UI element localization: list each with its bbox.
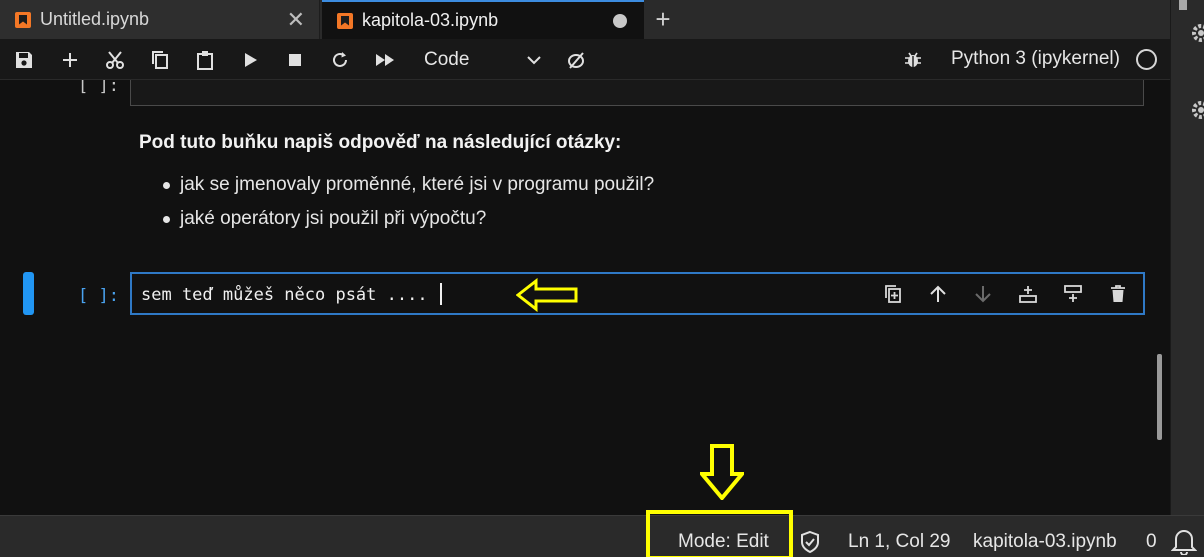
unsaved-dot-icon[interactable] bbox=[613, 14, 627, 28]
notebook-icon bbox=[15, 11, 31, 28]
move-up-button[interactable] bbox=[927, 283, 949, 305]
code-text: sem teď můžeš něco psát .... bbox=[141, 285, 428, 305]
markdown-heading: Pod tuto buňku napiš odpověď na následuj… bbox=[139, 132, 622, 153]
debugger-button[interactable] bbox=[900, 47, 926, 73]
scrollbar[interactable] bbox=[1157, 354, 1162, 440]
duplicate-icon bbox=[885, 285, 901, 303]
annotation-arrow-left-icon bbox=[516, 278, 578, 312]
active-cell-indicator bbox=[23, 272, 34, 315]
move-down-button[interactable] bbox=[972, 283, 994, 305]
notification-count[interactable]: 0 bbox=[1146, 531, 1157, 553]
gear-icon[interactable] bbox=[1189, 22, 1204, 44]
arrow-down-icon bbox=[975, 286, 991, 303]
cut-button[interactable] bbox=[102, 47, 128, 73]
status-bar: Mode: Edit Ln 1, Col 29 kapitola-03.ipyn… bbox=[0, 510, 1204, 557]
run-icon bbox=[245, 53, 257, 67]
code-cell-input[interactable]: sem teď můžeš něco psát .... bbox=[130, 272, 1145, 315]
kernel-name[interactable]: Python 3 (ipykernel) bbox=[951, 48, 1120, 70]
close-icon[interactable]: ✕ bbox=[287, 8, 305, 31]
stop-button[interactable] bbox=[282, 47, 308, 73]
current-file-name: kapitola-03.ipynb bbox=[973, 531, 1117, 552]
insert-below-button[interactable] bbox=[1062, 283, 1084, 305]
notebook-toolbar: Code Python 3 (ipykernel) bbox=[0, 39, 1170, 80]
git-button[interactable] bbox=[563, 47, 589, 73]
gear-icon[interactable] bbox=[1189, 99, 1204, 121]
delete-cell-button[interactable] bbox=[1107, 283, 1129, 305]
tab-bar: Untitled.ipynb ✕ kapitola-03.ipynb + bbox=[0, 0, 1170, 39]
kernel-status-icon bbox=[1136, 49, 1157, 70]
paste-button[interactable] bbox=[192, 47, 218, 73]
duplicate-cell-button[interactable] bbox=[882, 283, 904, 305]
list-item: jak se jmenovaly proměnné, které jsi v p… bbox=[139, 174, 654, 197]
arrow-up-icon bbox=[930, 285, 946, 302]
tab-label: Untitled.ipynb bbox=[40, 9, 150, 29]
markdown-list: jak se jmenovaly proměnné, které jsi v p… bbox=[139, 174, 654, 231]
cell-prompt: [ ]: bbox=[78, 286, 119, 306]
plus-icon[interactable]: + bbox=[647, 0, 679, 39]
mode-indicator[interactable]: Mode: Edit bbox=[678, 531, 769, 553]
bug-icon bbox=[905, 52, 921, 67]
run-button[interactable] bbox=[237, 47, 263, 73]
plus-icon bbox=[63, 53, 77, 67]
right-sidebar bbox=[1170, 0, 1204, 527]
restart-icon bbox=[333, 52, 347, 67]
tab-untitled[interactable]: Untitled.ipynb ✕ bbox=[0, 0, 320, 39]
notebook-panel: [ ]: Pod tuto buňku napiš odpověď na nás… bbox=[0, 80, 1170, 515]
copy-icon bbox=[152, 51, 168, 69]
text-cursor bbox=[440, 283, 442, 305]
markdown-cell[interactable]: Pod tuto buňku napiš odpověď na následuj… bbox=[139, 132, 654, 242]
cursor-position[interactable]: Ln 1, Col 29 bbox=[848, 531, 950, 553]
restart-button[interactable] bbox=[327, 47, 353, 73]
cell-prompt: [ ]: bbox=[78, 80, 119, 96]
run-all-icon bbox=[376, 54, 394, 66]
insert-above-button[interactable] bbox=[1017, 283, 1039, 305]
panel-handle[interactable] bbox=[1179, 0, 1187, 10]
shield-check-icon[interactable] bbox=[799, 530, 821, 554]
stop-icon bbox=[289, 54, 301, 66]
bell-icon[interactable] bbox=[1171, 527, 1197, 555]
trash-icon bbox=[1111, 285, 1125, 302]
tab-kapitola-03[interactable]: kapitola-03.ipynb bbox=[322, 0, 644, 39]
cell-type-value: Code bbox=[424, 49, 470, 70]
tab-label: kapitola-03.ipynb bbox=[362, 10, 499, 30]
insert-below-icon bbox=[1064, 285, 1082, 302]
run-all-button[interactable] bbox=[372, 47, 398, 73]
insert-above-icon bbox=[1019, 286, 1037, 303]
insert-cell-button[interactable] bbox=[57, 47, 83, 73]
cell-type-select[interactable]: Code bbox=[418, 45, 548, 75]
git-icon bbox=[568, 52, 584, 69]
list-item: jaké operátory jsi použil při výpočtu? bbox=[139, 208, 654, 231]
paste-icon bbox=[197, 51, 213, 70]
code-cell-input[interactable] bbox=[130, 80, 1144, 106]
annotation-arrow-down-icon bbox=[700, 444, 744, 500]
chevron-down-icon bbox=[527, 56, 541, 65]
save-icon bbox=[16, 52, 32, 68]
save-button[interactable] bbox=[11, 47, 37, 73]
cut-icon bbox=[106, 51, 124, 69]
copy-button[interactable] bbox=[147, 47, 173, 73]
notebook-icon bbox=[337, 12, 353, 29]
